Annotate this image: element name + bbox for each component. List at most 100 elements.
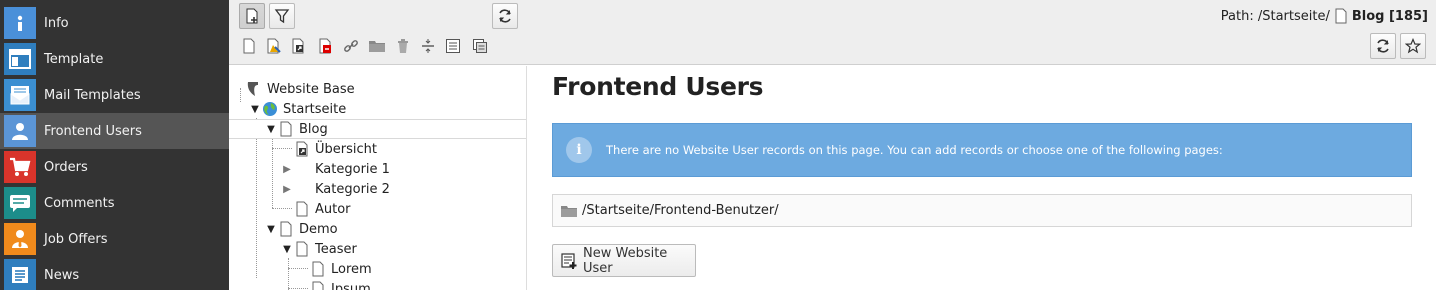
tree-node-label: Demo: [299, 221, 338, 237]
module-item-template[interactable]: Template: [0, 41, 229, 77]
page-icon: [310, 281, 326, 290]
content-area: Frontend Users i There are no Website Us…: [528, 66, 1436, 290]
tree-node-label: Teaser: [315, 241, 357, 257]
tree-node-ubersicht[interactable]: Übersicht: [229, 139, 526, 159]
page-icon[interactable]: [240, 37, 258, 55]
tree-node-label: Startseite: [283, 101, 347, 117]
info-icon: i: [566, 137, 592, 163]
module-item-frontend-users[interactable]: Frontend Users: [0, 113, 229, 149]
tree-node-label: Übersicht: [315, 141, 377, 157]
new-website-user-label: New Website User: [583, 245, 668, 276]
page-tree: Website Base ▼ Startseite ▼ Blog Übersic…: [229, 66, 527, 290]
cart-icon: [4, 151, 36, 183]
new-page-button[interactable]: [239, 3, 265, 29]
tree-node-lorem[interactable]: Lorem: [229, 259, 526, 279]
app-window: Info Template Mail Templates Frontend Us…: [0, 0, 1436, 290]
page-icon: [278, 221, 294, 237]
tree-node-ipsum[interactable]: Ipsum: [229, 279, 526, 290]
path-prefix: Path: /Startseite/: [1220, 8, 1330, 24]
typo3-logo-icon: [245, 81, 261, 97]
tree-refresh-button[interactable]: [492, 3, 518, 29]
page-icon: [310, 261, 326, 277]
module-item-mail-templates[interactable]: Mail Templates: [0, 77, 229, 113]
new-page-wizard-icon[interactable]: [265, 37, 283, 55]
comments-icon: [4, 187, 36, 219]
page-icon: [294, 201, 310, 217]
module-item-job-offers[interactable]: Job Offers: [0, 221, 229, 257]
globe-icon: [262, 101, 278, 117]
module-item-news[interactable]: News: [0, 257, 229, 290]
module-label: Orders: [44, 159, 88, 175]
job-offers-icon: [4, 223, 36, 255]
info-message: There are no Website User records on thi…: [606, 143, 1223, 157]
folder-icon[interactable]: [368, 37, 386, 55]
module-menu: Info Template Mail Templates Frontend Us…: [0, 0, 229, 290]
tree-node-demo[interactable]: ▼ Demo: [229, 219, 526, 239]
info-icon: [4, 7, 36, 39]
page-link-icon[interactable]: [290, 37, 308, 55]
module-item-info[interactable]: Info: [0, 5, 229, 41]
tree-node-website-base[interactable]: Website Base: [229, 79, 526, 99]
collapse-toggle[interactable]: ▼: [265, 223, 277, 235]
divider-icon[interactable]: [419, 37, 437, 55]
trash-icon[interactable]: [394, 37, 412, 55]
tree-node-label: Kategorie 2: [315, 181, 390, 197]
tree-node-label: Ipsum: [331, 281, 371, 290]
module-label: Comments: [44, 195, 115, 211]
user-icon: [4, 115, 36, 147]
module-label: News: [44, 267, 80, 283]
collapse-toggle[interactable]: ▼: [281, 243, 293, 255]
refresh-icon: [499, 9, 511, 23]
page-path: Path: /Startseite/ Blog [185]: [1221, 8, 1428, 24]
link-icon[interactable]: [342, 37, 360, 55]
list-icon[interactable]: [444, 37, 462, 55]
tree-node-label: Blog: [299, 121, 328, 137]
tree-node-label: Website Base: [267, 81, 355, 97]
module-label: Template: [44, 51, 104, 67]
filter-icon: [274, 9, 290, 24]
tree-node-label: Autor: [315, 201, 351, 217]
module-label: Frontend Users: [44, 123, 142, 139]
doc-header: Path: /Startseite/ Blog [185]: [229, 0, 1436, 65]
bookmark-star-icon: [1405, 38, 1421, 54]
new-website-user-button[interactable]: New Website User: [552, 244, 696, 277]
filter-button[interactable]: [269, 3, 295, 29]
bookmark-button[interactable]: [1400, 33, 1426, 59]
module-label: Job Offers: [44, 231, 108, 247]
folder-icon: [560, 204, 578, 218]
tree-node-label: Lorem: [331, 261, 372, 277]
current-page-name: Blog [185]: [1351, 8, 1428, 24]
module-item-orders[interactable]: Orders: [0, 149, 229, 185]
collapse-toggle[interactable]: ▼: [265, 123, 277, 135]
page-icon: [294, 241, 310, 257]
page-title: Frontend Users: [552, 72, 764, 101]
new-page-icon: [246, 8, 258, 24]
news-icon: [4, 259, 36, 290]
template-icon: [4, 43, 36, 75]
page-icon: [1334, 8, 1348, 24]
storage-page-link[interactable]: /Startseite/Frontend-Benutzer/: [552, 194, 1412, 227]
expand-toggle[interactable]: ▶: [281, 163, 293, 175]
tree-node-teaser[interactable]: ▼ Teaser: [229, 239, 526, 259]
module-item-comments[interactable]: Comments: [0, 185, 229, 221]
expand-toggle[interactable]: ▶: [281, 183, 293, 195]
shortcut-page-icon: [294, 141, 310, 157]
tree-node-autor[interactable]: Autor: [229, 199, 526, 219]
new-record-icon: [560, 252, 578, 270]
module-label: Info: [44, 15, 69, 31]
tree-node-kategorie-1[interactable]: ▶ Kategorie 1: [229, 159, 526, 179]
tree-node-blog[interactable]: ▼ Blog: [229, 119, 526, 139]
module-label: Mail Templates: [44, 87, 141, 103]
page-icon: [278, 121, 294, 137]
mail-template-icon: [4, 79, 36, 111]
info-callout: i There are no Website User records on t…: [552, 123, 1412, 177]
page-delete-icon[interactable]: [317, 37, 335, 55]
reload-button[interactable]: [1370, 33, 1396, 59]
tree-node-label: Kategorie 1: [315, 161, 390, 177]
refresh-icon: [1377, 39, 1389, 53]
storage-page-path: /Startseite/Frontend-Benutzer/: [582, 203, 779, 218]
tree-node-kategorie-2[interactable]: ▶ Kategorie 2: [229, 179, 526, 199]
tree-node-startseite[interactable]: ▼ Startseite: [229, 99, 526, 119]
list-view-icon[interactable]: [471, 37, 489, 55]
collapse-toggle[interactable]: ▼: [249, 103, 261, 115]
